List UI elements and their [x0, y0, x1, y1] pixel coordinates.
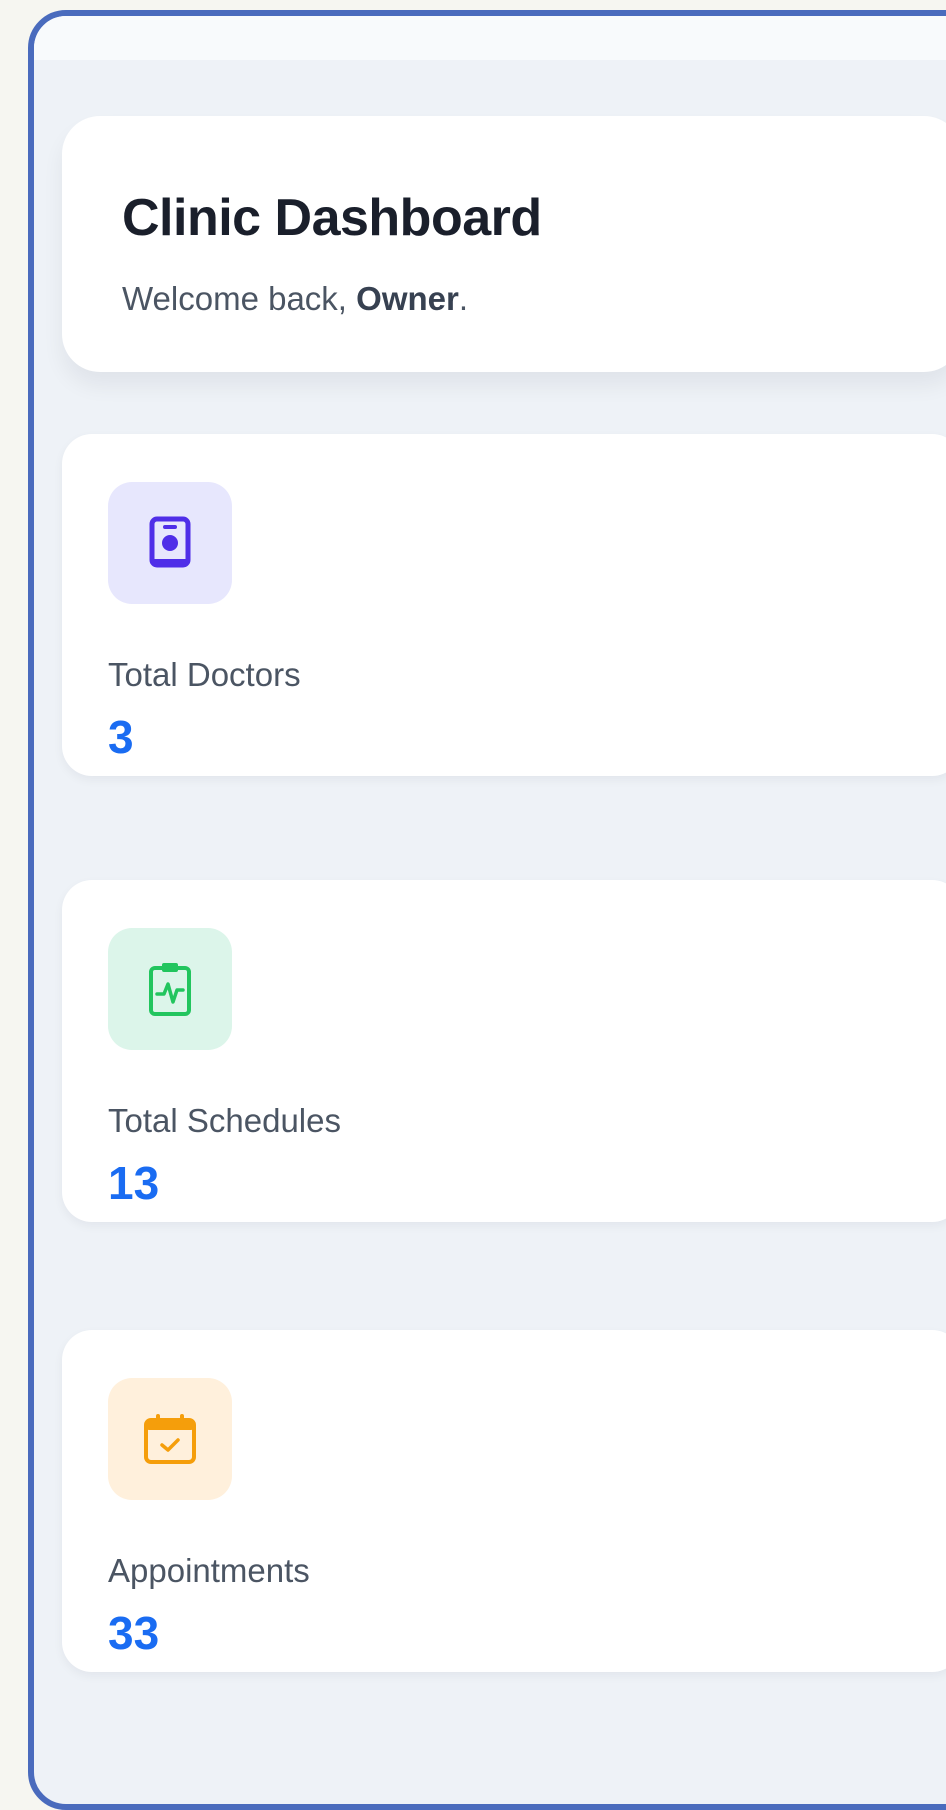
welcome-message: Welcome back, Owner.: [122, 280, 468, 318]
stat-icon-box-schedules: [108, 928, 232, 1050]
stat-label: Total Doctors: [108, 656, 301, 693]
stat-card-appointments[interactable]: Appointments 33: [62, 1330, 946, 1672]
stat-icon-box-doctors: [108, 482, 232, 604]
header-card: Clinic Dashboard Welcome back, Owner.: [62, 116, 946, 372]
calendar-check-icon: [144, 1414, 196, 1464]
stat-value: 33: [108, 1607, 160, 1659]
page-title: Clinic Dashboard: [122, 189, 542, 247]
welcome-suffix: .: [458, 280, 469, 317]
welcome-user-name: Owner: [356, 280, 459, 317]
stat-value: 3: [108, 711, 134, 763]
stat-value: 13: [108, 1157, 160, 1209]
top-bar: [34, 16, 946, 60]
id-badge-icon: [149, 516, 191, 568]
clipboard-pulse-icon: [149, 963, 191, 1016]
stat-card-total-schedules[interactable]: Total Schedules 13: [62, 880, 946, 1222]
welcome-prefix: Welcome back,: [122, 280, 357, 317]
stat-label: Total Schedules: [108, 1102, 341, 1139]
stat-label: Appointments: [108, 1552, 310, 1589]
stat-card-total-doctors[interactable]: Total Doctors 3: [62, 434, 946, 776]
stat-icon-box-appointments: [108, 1378, 232, 1500]
app-frame: Clinic Dashboard Welcome back, Owner. To…: [28, 10, 946, 1810]
